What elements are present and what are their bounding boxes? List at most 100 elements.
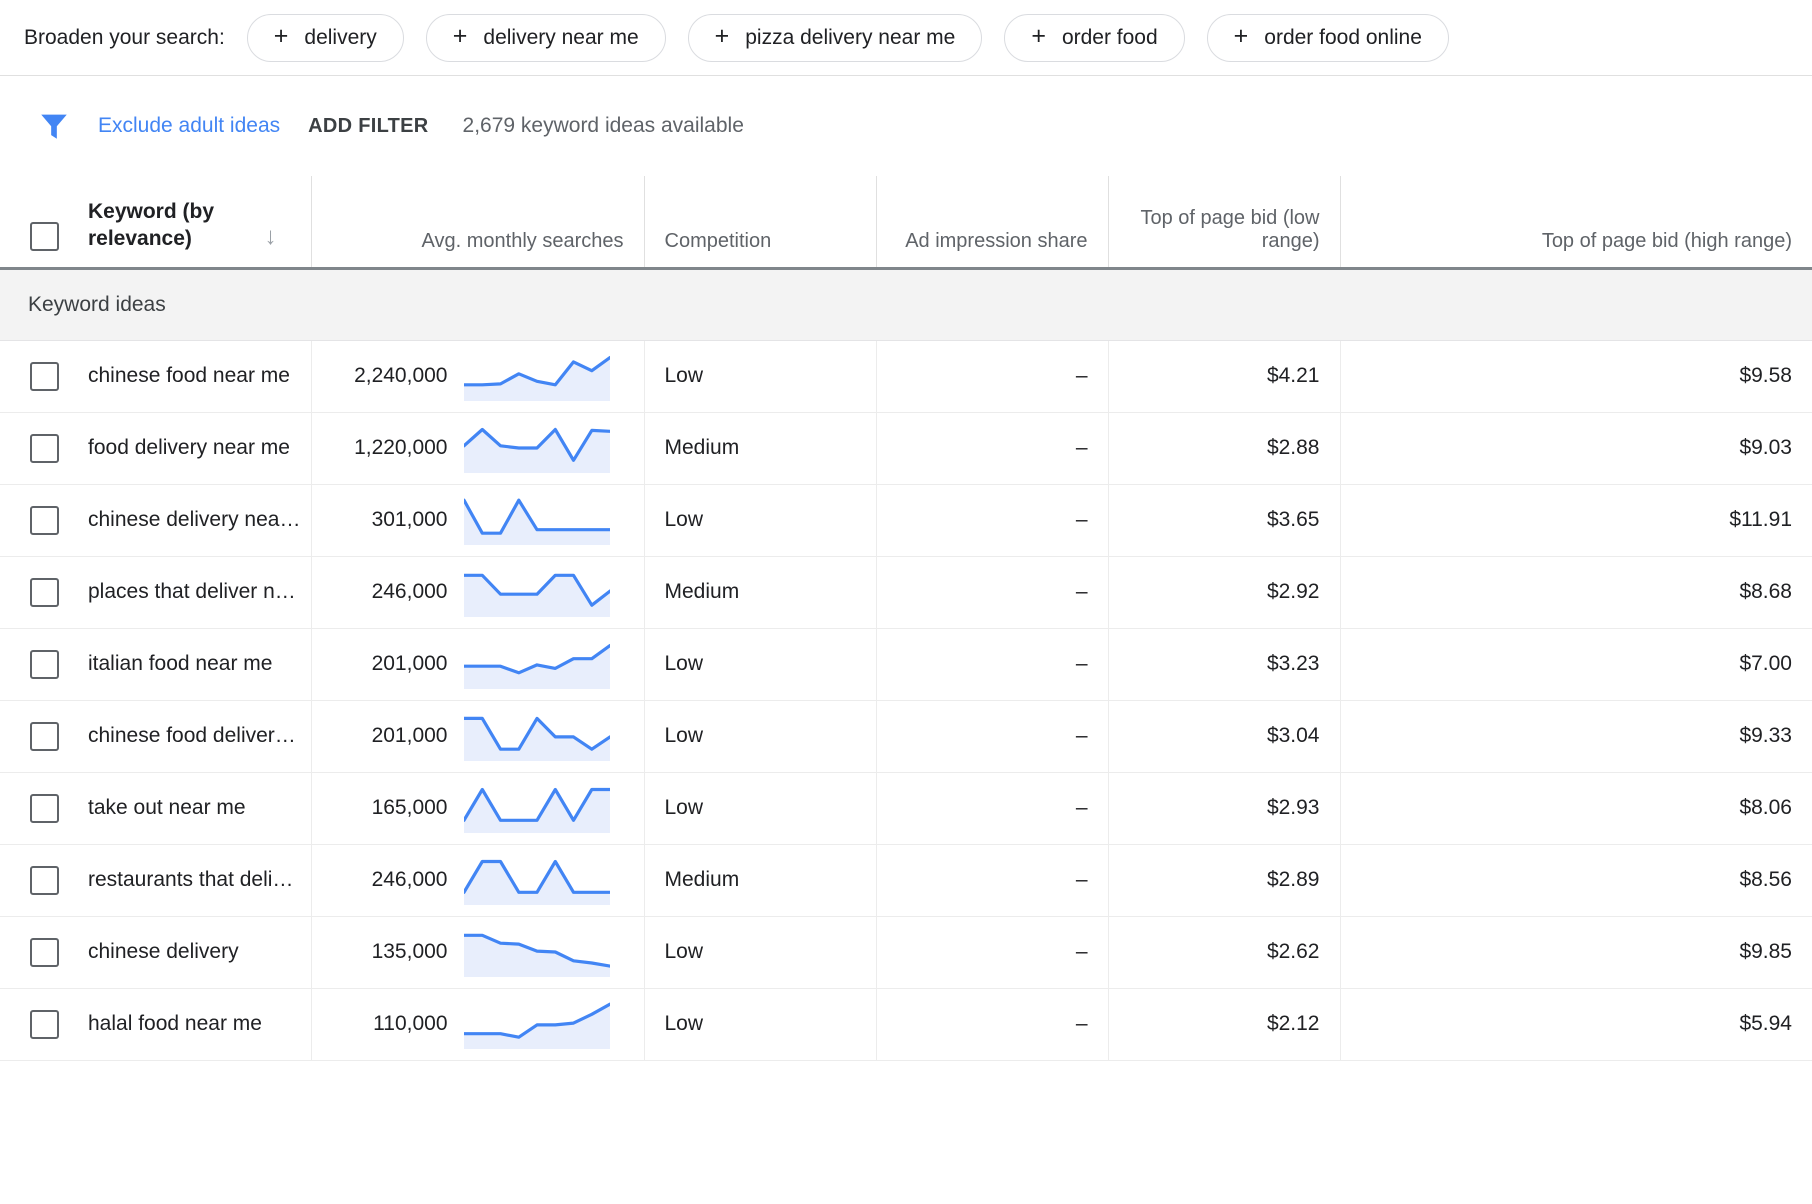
chip-label: order food (1062, 26, 1158, 50)
cell-avg-monthly-searches: 110,000 (311, 988, 644, 1060)
sparkline-chart (464, 495, 610, 545)
add-filter-button[interactable]: ADD FILTER (308, 115, 428, 138)
chip-label: delivery near me (483, 26, 638, 50)
keyword-text: halal food near me (88, 1012, 311, 1036)
cell-keyword: chinese delivery (0, 916, 311, 988)
cell-keyword: halal food near me (0, 988, 311, 1060)
keyword-text: places that deliver n… (88, 580, 311, 604)
row-checkbox-cell[interactable] (0, 794, 88, 823)
broaden-chip-order-food[interactable]: + order food (1004, 14, 1184, 62)
keyword-text: restaurants that deli… (88, 868, 311, 892)
table-row[interactable]: food delivery near me1,220,000Medium–$2.… (0, 412, 1812, 484)
group-row-keyword-ideas: Keyword ideas (0, 268, 1812, 340)
sparkline-chart (464, 639, 610, 689)
cell-bid-high: $7.00 (1340, 628, 1812, 700)
cell-ad-impression-share: – (876, 484, 1108, 556)
cell-avg-monthly-searches: 201,000 (311, 628, 644, 700)
row-checkbox[interactable] (30, 794, 59, 823)
broaden-chip-delivery[interactable]: + delivery (247, 14, 404, 62)
cell-competition: Low (644, 700, 876, 772)
row-checkbox-cell[interactable] (0, 938, 88, 967)
table-row[interactable]: chinese delivery135,000Low–$2.62$9.85 (0, 916, 1812, 988)
row-checkbox[interactable] (30, 578, 59, 607)
avg-monthly-searches-value: 2,240,000 (332, 364, 464, 388)
cell-avg-monthly-searches: 135,000 (311, 916, 644, 988)
row-checkbox[interactable] (30, 938, 59, 967)
row-checkbox-cell[interactable] (0, 722, 88, 751)
cell-ad-impression-share: – (876, 628, 1108, 700)
cell-avg-monthly-searches: 246,000 (311, 844, 644, 916)
table-row[interactable]: italian food near me201,000Low–$3.23$7.0… (0, 628, 1812, 700)
row-checkbox[interactable] (30, 866, 59, 895)
select-all-checkbox[interactable] (30, 222, 59, 251)
cell-bid-high: $8.68 (1340, 556, 1812, 628)
cell-competition: Medium (644, 844, 876, 916)
cell-bid-low: $3.04 (1108, 700, 1340, 772)
column-header-top-of-page-bid-low[interactable]: Top of page bid (low range) (1108, 176, 1340, 268)
cell-competition: Medium (644, 556, 876, 628)
keyword-text: chinese delivery (88, 940, 311, 964)
column-header-keyword[interactable]: Keyword (by relevance) ↓ (0, 176, 311, 268)
sparkline-chart (464, 927, 610, 977)
cell-bid-low: $2.93 (1108, 772, 1340, 844)
cell-keyword: chinese delivery nea… (0, 484, 311, 556)
row-checkbox[interactable] (30, 434, 59, 463)
cell-avg-monthly-searches: 165,000 (311, 772, 644, 844)
table-row[interactable]: chinese food near me2,240,000Low–$4.21$9… (0, 340, 1812, 412)
cell-ad-impression-share: – (876, 844, 1108, 916)
row-checkbox-cell[interactable] (0, 362, 88, 391)
table-header: Keyword (by relevance) ↓ Avg. monthly se… (0, 176, 1812, 268)
column-header-top-of-page-bid-high[interactable]: Top of page bid (high range) (1340, 176, 1812, 268)
avg-monthly-searches-value: 246,000 (332, 580, 464, 604)
broaden-chip-pizza-delivery-near-me[interactable]: + pizza delivery near me (688, 14, 983, 62)
sort-descending-icon[interactable]: ↓ (251, 223, 291, 253)
select-all-checkbox-cell[interactable] (0, 222, 88, 253)
cell-bid-low: $2.12 (1108, 988, 1340, 1060)
cell-bid-low: $4.21 (1108, 340, 1340, 412)
keyword-text: italian food near me (88, 652, 311, 676)
cell-bid-low: $2.88 (1108, 412, 1340, 484)
cell-avg-monthly-searches: 246,000 (311, 556, 644, 628)
broaden-chip-order-food-online[interactable]: + order food online (1207, 14, 1449, 62)
table-row[interactable]: halal food near me110,000Low–$2.12$5.94 (0, 988, 1812, 1060)
cell-bid-high: $9.33 (1340, 700, 1812, 772)
broaden-chip-delivery-near-me[interactable]: + delivery near me (426, 14, 666, 62)
column-header-avg-monthly-searches[interactable]: Avg. monthly searches (311, 176, 644, 268)
table-body: Keyword ideas chinese food near me 2,240,… (0, 268, 1812, 1060)
table-row[interactable]: restaurants that deli…246,000Medium–$2.8… (0, 844, 1812, 916)
column-header-ad-impression-share[interactable]: Ad impression share (876, 176, 1108, 268)
row-checkbox-cell[interactable] (0, 434, 88, 463)
row-checkbox[interactable] (30, 362, 59, 391)
row-checkbox[interactable] (30, 722, 59, 751)
row-checkbox[interactable] (30, 1010, 59, 1039)
keyword-text: food delivery near me (88, 436, 311, 460)
row-checkbox-cell[interactable] (0, 866, 88, 895)
cell-bid-low: $2.89 (1108, 844, 1340, 916)
keyword-text: chinese food deliver… (88, 724, 311, 748)
cell-keyword: chinese food deliver… (0, 700, 311, 772)
table-row[interactable]: take out near me165,000Low–$2.93$8.06 (0, 772, 1812, 844)
keyword-text: chinese food near me (88, 364, 311, 388)
exclude-adult-ideas-link[interactable]: Exclude adult ideas (98, 114, 280, 138)
cell-bid-high: $8.56 (1340, 844, 1812, 916)
plus-icon: + (1031, 24, 1046, 49)
sparkline-chart (464, 351, 610, 401)
cell-ad-impression-share: – (876, 556, 1108, 628)
table-row[interactable]: places that deliver n…246,000Medium–$2.9… (0, 556, 1812, 628)
row-checkbox-cell[interactable] (0, 650, 88, 679)
avg-monthly-searches-value: 301,000 (332, 508, 464, 532)
row-checkbox[interactable] (30, 650, 59, 679)
cell-competition: Low (644, 772, 876, 844)
table-row[interactable]: chinese delivery nea…301,000Low–$3.65$11… (0, 484, 1812, 556)
cell-bid-low: $3.23 (1108, 628, 1340, 700)
row-checkbox-cell[interactable] (0, 578, 88, 607)
cell-keyword: italian food near me (0, 628, 311, 700)
row-checkbox[interactable] (30, 506, 59, 535)
filter-funnel-icon[interactable] (34, 106, 74, 146)
cell-competition: Low (644, 916, 876, 988)
table-row[interactable]: chinese food deliver…201,000Low–$3.04$9.… (0, 700, 1812, 772)
row-checkbox-cell[interactable] (0, 506, 88, 535)
avg-monthly-searches-value: 201,000 (332, 724, 464, 748)
row-checkbox-cell[interactable] (0, 1010, 88, 1039)
column-header-competition[interactable]: Competition (644, 176, 876, 268)
